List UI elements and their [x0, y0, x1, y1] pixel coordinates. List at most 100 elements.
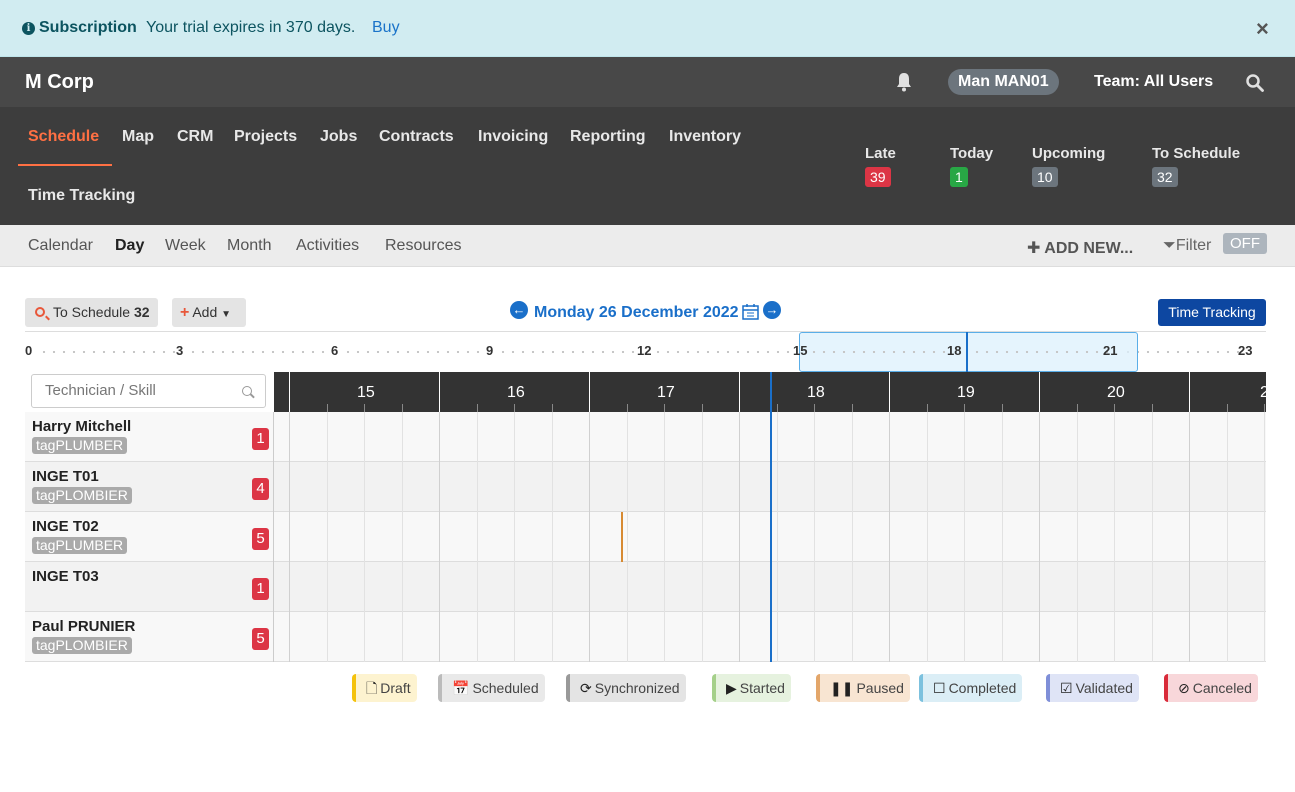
quarter-tick: [776, 404, 778, 412]
grid-line: [1039, 512, 1040, 562]
grid-line: [851, 462, 853, 512]
quarter-tick: [1001, 404, 1003, 412]
grid-line: [889, 612, 890, 662]
nav-schedule[interactable]: Schedule: [28, 128, 99, 146]
grid-line: [1114, 462, 1115, 512]
technician-row[interactable]: Harry Mitchell tagPLUMBER 1: [25, 412, 1266, 462]
technician-row[interactable]: INGE T02 tagPLUMBER 5: [25, 512, 1266, 562]
filter-button[interactable]: ⏷Filter: [1163, 237, 1211, 255]
grid-line: [364, 612, 365, 662]
nav-crm[interactable]: CRM: [177, 128, 213, 146]
grid-line: [1189, 612, 1190, 662]
view-resources[interactable]: Resources: [385, 237, 461, 255]
grid-line: [814, 512, 815, 562]
technician-cell[interactable]: Harry Mitchell tagPLUMBER 1: [25, 412, 274, 462]
job-count-badge: 1: [252, 578, 269, 600]
next-day-icon[interactable]: →: [763, 301, 781, 319]
quarter-tick: [1264, 404, 1265, 412]
to-schedule-button[interactable]: To Schedule 32: [25, 298, 158, 327]
brand-name[interactable]: M Corp: [25, 71, 94, 94]
stat-upcoming[interactable]: Upcoming 10: [1032, 145, 1105, 187]
grid-line: [1114, 512, 1115, 562]
hour-label: 19: [957, 384, 975, 401]
view-week[interactable]: Week: [165, 237, 206, 255]
buy-link[interactable]: Buy: [372, 19, 400, 37]
technician-cell[interactable]: INGE T03 1: [25, 562, 274, 612]
grid-line: [1226, 412, 1228, 462]
view-day[interactable]: Day: [115, 237, 144, 255]
nav-invoicing[interactable]: Invoicing: [478, 128, 548, 146]
grid-line: [326, 462, 328, 512]
grid-line: [551, 512, 553, 562]
grid-line: [476, 462, 478, 512]
legend-synchronized: ⟳ Synchronized: [566, 674, 686, 702]
square-icon: ☐: [933, 680, 946, 696]
banner-message: Your trial expires in 370 days.: [146, 19, 356, 36]
calendar-icon[interactable]: [742, 303, 759, 320]
job-marker[interactable]: [621, 512, 623, 562]
technician-cell[interactable]: INGE T02 tagPLUMBER 5: [25, 512, 274, 562]
grid-line: [701, 612, 703, 662]
current-date[interactable]: Monday 26 December 2022: [534, 304, 739, 322]
grid-line: [964, 462, 965, 512]
grid-line: [739, 412, 740, 462]
grid-line: [1226, 562, 1228, 612]
overview-tick: 6: [331, 343, 339, 358]
view-subnav: Calendar Day Week Month Activities Resou…: [0, 225, 1295, 267]
filter-toggle[interactable]: OFF: [1223, 233, 1267, 254]
prev-day-icon[interactable]: ←: [510, 301, 528, 319]
team-selector[interactable]: Team: All Users: [1094, 73, 1213, 91]
stat-late[interactable]: Late 39: [865, 145, 896, 187]
quarter-tick: [851, 404, 853, 412]
grid-line: [1076, 612, 1078, 662]
add-button[interactable]: + Add ▼: [172, 298, 246, 327]
technician-name: INGE T02: [32, 518, 99, 535]
grid-line: [776, 462, 778, 512]
stat-to-schedule[interactable]: To Schedule 32: [1152, 145, 1240, 187]
grid-line: [926, 412, 928, 462]
overview-tick: 21: [1103, 343, 1118, 358]
nav-inventory[interactable]: Inventory: [669, 128, 741, 146]
stat-count: 32: [1152, 167, 1178, 187]
grid-line: [626, 412, 628, 462]
hour-label: 20: [1107, 384, 1125, 401]
stat-count: 1: [950, 167, 968, 187]
grid-line: [776, 562, 778, 612]
nav-map[interactable]: Map: [122, 128, 154, 146]
grid-line: [476, 562, 478, 612]
day-overview-scale[interactable]: 0 3 6 9 12 15 18 21 23: [25, 331, 1266, 372]
nav-time-tracking[interactable]: Time Tracking: [28, 187, 135, 205]
legend-label: Paused: [856, 680, 904, 696]
stat-today[interactable]: Today 1: [950, 145, 993, 187]
add-new-button[interactable]: ✚ ADD NEW...: [1027, 238, 1133, 258]
overview-tick: 23: [1238, 343, 1253, 358]
user-badge[interactable]: Man MAN01: [948, 69, 1059, 95]
grid-line: [589, 612, 590, 662]
view-calendar[interactable]: Calendar: [28, 237, 93, 255]
time-tracking-button[interactable]: Time Tracking: [1158, 299, 1266, 326]
search-icon[interactable]: [1246, 74, 1264, 92]
close-icon[interactable]: ×: [1256, 16, 1269, 42]
quarter-tick: [626, 404, 628, 412]
legend-label: Validated: [1075, 680, 1133, 696]
nav-jobs[interactable]: Jobs: [320, 128, 357, 146]
grid-line: [964, 562, 965, 612]
hour-header: 2: [1189, 372, 1266, 412]
overview-visible-window[interactable]: [799, 332, 1138, 372]
nav-contracts[interactable]: Contracts: [379, 128, 454, 146]
nav-reporting[interactable]: Reporting: [570, 128, 646, 146]
grid-line: [364, 412, 365, 462]
overview-tick: 18: [947, 343, 962, 358]
technician-row[interactable]: INGE T01 tagPLOMBIER 4: [25, 462, 1266, 512]
calendar-icon: 📅: [452, 680, 470, 696]
technician-search-input[interactable]: Technician / Skill: [31, 374, 266, 408]
technician-cell[interactable]: INGE T01 tagPLOMBIER 4: [25, 462, 274, 512]
technician-row[interactable]: Paul PRUNIER tagPLOMBIER 5: [25, 612, 1266, 662]
nav-projects[interactable]: Projects: [234, 128, 297, 146]
bell-icon[interactable]: [895, 72, 913, 92]
view-activities[interactable]: Activities: [296, 237, 359, 255]
view-month[interactable]: Month: [227, 237, 271, 255]
technician-row[interactable]: INGE T03 1: [25, 562, 1266, 612]
grid-line: [1039, 412, 1040, 462]
technician-cell[interactable]: Paul PRUNIER tagPLOMBIER 5: [25, 612, 274, 662]
